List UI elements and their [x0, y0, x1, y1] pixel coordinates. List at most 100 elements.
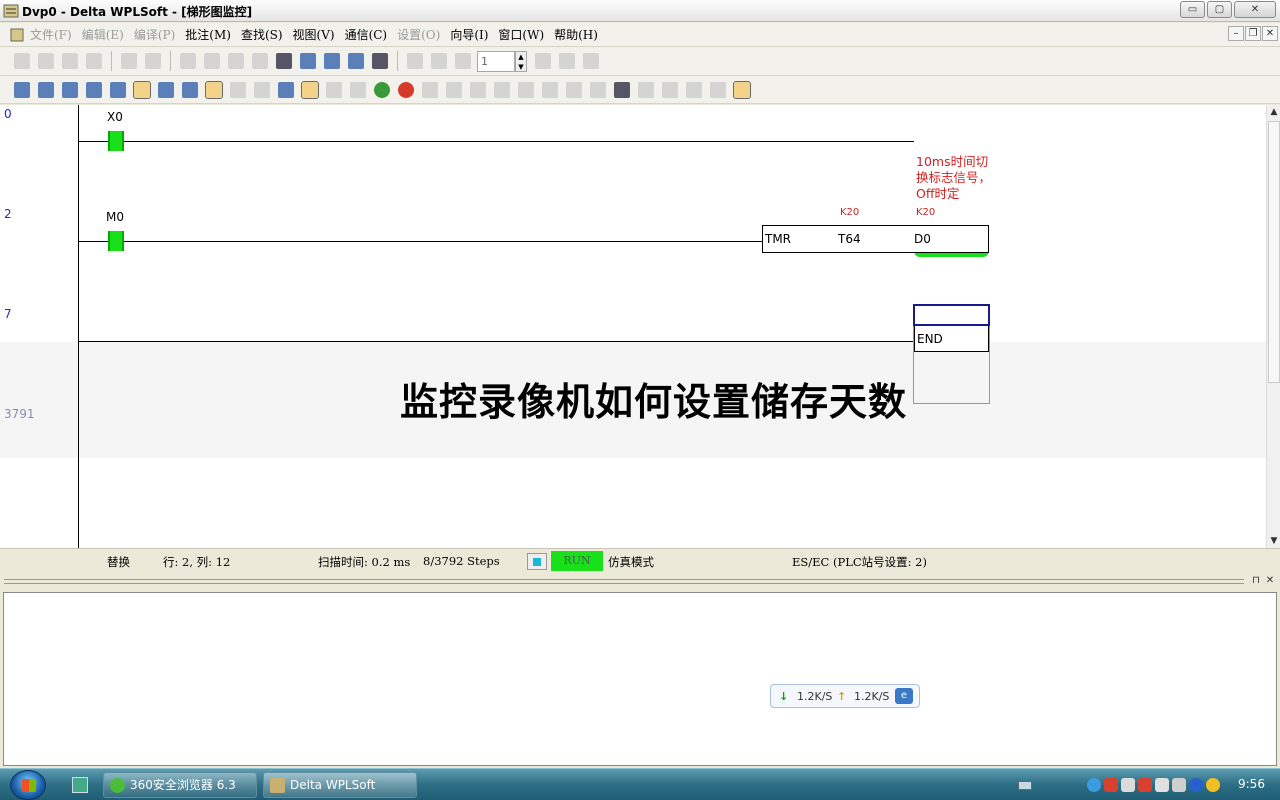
scroll-up-icon[interactable]: ▲ [1267, 105, 1280, 119]
contact-m0[interactable] [108, 231, 124, 251]
bluetooth-icon[interactable] [1189, 778, 1203, 792]
tray-plus-icon[interactable] [1206, 778, 1220, 792]
step-spinner[interactable]: ▲ ▼ [515, 50, 527, 72]
menu-comment[interactable]: 批注(M) [185, 26, 231, 43]
list-icon[interactable] [614, 81, 630, 98]
device-list-icon[interactable] [254, 81, 270, 98]
compare-icon[interactable] [470, 81, 486, 98]
reset-icon[interactable] [518, 81, 534, 98]
instruction-mode-icon[interactable] [38, 81, 54, 98]
filter-icon[interactable] [407, 53, 423, 69]
comment-bubble-icon[interactable] [230, 81, 246, 98]
force-off-icon[interactable] [566, 81, 582, 98]
sfc-mode-icon[interactable] [62, 81, 78, 98]
pencil-icon[interactable] [205, 80, 223, 99]
menu-settings[interactable]: 设置(O) [397, 26, 440, 43]
device-monitor-icon[interactable] [590, 81, 606, 98]
menu-help[interactable]: 帮助(H) [554, 26, 598, 43]
erase-icon[interactable] [252, 53, 268, 69]
refresh-icon[interactable] [559, 53, 575, 69]
menu-communication[interactable]: 通信(C) [345, 26, 388, 43]
stop-icon[interactable] [535, 53, 551, 69]
tray-alert-icon[interactable] [1138, 778, 1152, 792]
set-icon[interactable] [494, 81, 510, 98]
minimize-button[interactable]: ▭ [1180, 1, 1205, 18]
network-tray-icon[interactable] [1172, 778, 1186, 792]
keyboard-icon[interactable] [1018, 781, 1032, 790]
device-comment-icon[interactable] [86, 81, 102, 98]
zoom-out-icon[interactable] [324, 53, 340, 69]
menu-compile[interactable]: 编译(P) [134, 26, 175, 43]
mdi-close-button[interactable]: ✕ [1262, 26, 1278, 41]
menu-wizard[interactable]: 向导(I) [450, 26, 488, 43]
stop-plc-icon[interactable] [398, 81, 414, 98]
mdi-child-icon[interactable] [8, 27, 26, 43]
mdi-restore-button[interactable]: ❐ [1245, 26, 1261, 41]
menu-file[interactable]: 文件(F) [30, 26, 72, 43]
online-monitor-icon[interactable] [301, 80, 319, 99]
ladder-diagram[interactable]: 0 2 7 X0 ( M1028 ) 10ms时间切换标志信号，Off时定 M0… [0, 105, 1266, 548]
start-button[interactable] [10, 770, 46, 800]
write-icon[interactable] [422, 81, 438, 98]
close-button[interactable]: ✕ [1234, 1, 1276, 18]
run-icon[interactable] [583, 53, 599, 69]
signal-icon[interactable] [1121, 778, 1135, 792]
scroll-thumb[interactable] [1268, 121, 1280, 383]
pane-close-icon[interactable]: ✕ [1264, 575, 1276, 587]
browser-icon[interactable]: e [895, 688, 913, 704]
search-icon[interactable] [662, 81, 678, 98]
tray-browser-icon[interactable] [1087, 778, 1101, 792]
volume-icon[interactable] [1155, 778, 1169, 792]
maximize-button[interactable]: ▢ [1207, 1, 1232, 18]
taskbar-clock[interactable]: 9:56 [1238, 777, 1265, 791]
network-speed-widget[interactable]: ↓ 1.2K/S ↑ 1.2K/S e [770, 684, 920, 708]
vertical-scrollbar[interactable]: ▲ ▼ [1266, 105, 1280, 548]
force-on-icon[interactable] [542, 81, 558, 98]
new-file-icon[interactable] [14, 53, 30, 69]
menu-edit[interactable]: 编辑(E) [82, 26, 124, 43]
copy-icon[interactable] [204, 53, 220, 69]
edit-comment-icon[interactable] [110, 81, 126, 98]
taskbar-item-wplsoft[interactable]: Delta WPLSoft [263, 772, 417, 798]
pc-link-icon[interactable] [733, 80, 751, 99]
memory-icon[interactable] [638, 81, 654, 98]
pin-icon[interactable] [278, 81, 294, 98]
pane-grip[interactable] [4, 579, 1244, 584]
network-icon[interactable] [710, 81, 726, 98]
step-input[interactable]: 1 [477, 50, 515, 72]
table-icon[interactable] [158, 81, 174, 98]
scroll-down-icon[interactable]: ▼ [1267, 534, 1280, 548]
upload-icon[interactable] [326, 81, 342, 98]
undo-icon[interactable] [121, 53, 137, 69]
paste-icon[interactable] [228, 53, 244, 69]
mdi-minimize-button[interactable]: – [1228, 26, 1244, 41]
cut-icon[interactable] [180, 53, 196, 69]
open-file-icon[interactable] [38, 53, 54, 69]
monitor-ladder-icon[interactable] [133, 80, 151, 99]
save-icon[interactable] [62, 53, 78, 69]
help-icon[interactable] [372, 53, 388, 69]
menu-search[interactable]: 查找(S) [241, 26, 283, 43]
tray-security-icon[interactable] [1104, 778, 1118, 792]
info-icon[interactable] [455, 53, 471, 69]
download-icon[interactable] [350, 81, 366, 98]
zoom-in-icon[interactable] [300, 53, 316, 69]
zoom-fit-icon[interactable] [348, 53, 364, 69]
menu-view[interactable]: 视图(V) [293, 26, 335, 43]
taskbar-item-360-browser[interactable]: 360安全浏览器 6.3 [103, 772, 257, 798]
redo-icon[interactable] [145, 53, 161, 69]
settings-icon[interactable] [431, 53, 447, 69]
read-icon[interactable] [446, 81, 462, 98]
replace-icon[interactable] [686, 81, 702, 98]
tmr-instruction-box[interactable]: TMR T64 D0 [762, 225, 989, 253]
register-table-icon[interactable] [182, 81, 198, 98]
show-desktop-icon[interactable] [72, 777, 88, 793]
pointer-icon[interactable] [276, 53, 292, 69]
output-pane[interactable] [3, 592, 1277, 766]
edit-cursor[interactable] [913, 304, 990, 326]
ladder-mode-icon[interactable] [14, 81, 30, 98]
pane-pin-icon[interactable]: ⊓ [1250, 575, 1262, 587]
print-icon[interactable] [86, 53, 102, 69]
start-plc-icon[interactable] [374, 81, 390, 98]
contact-x0[interactable] [108, 131, 124, 151]
